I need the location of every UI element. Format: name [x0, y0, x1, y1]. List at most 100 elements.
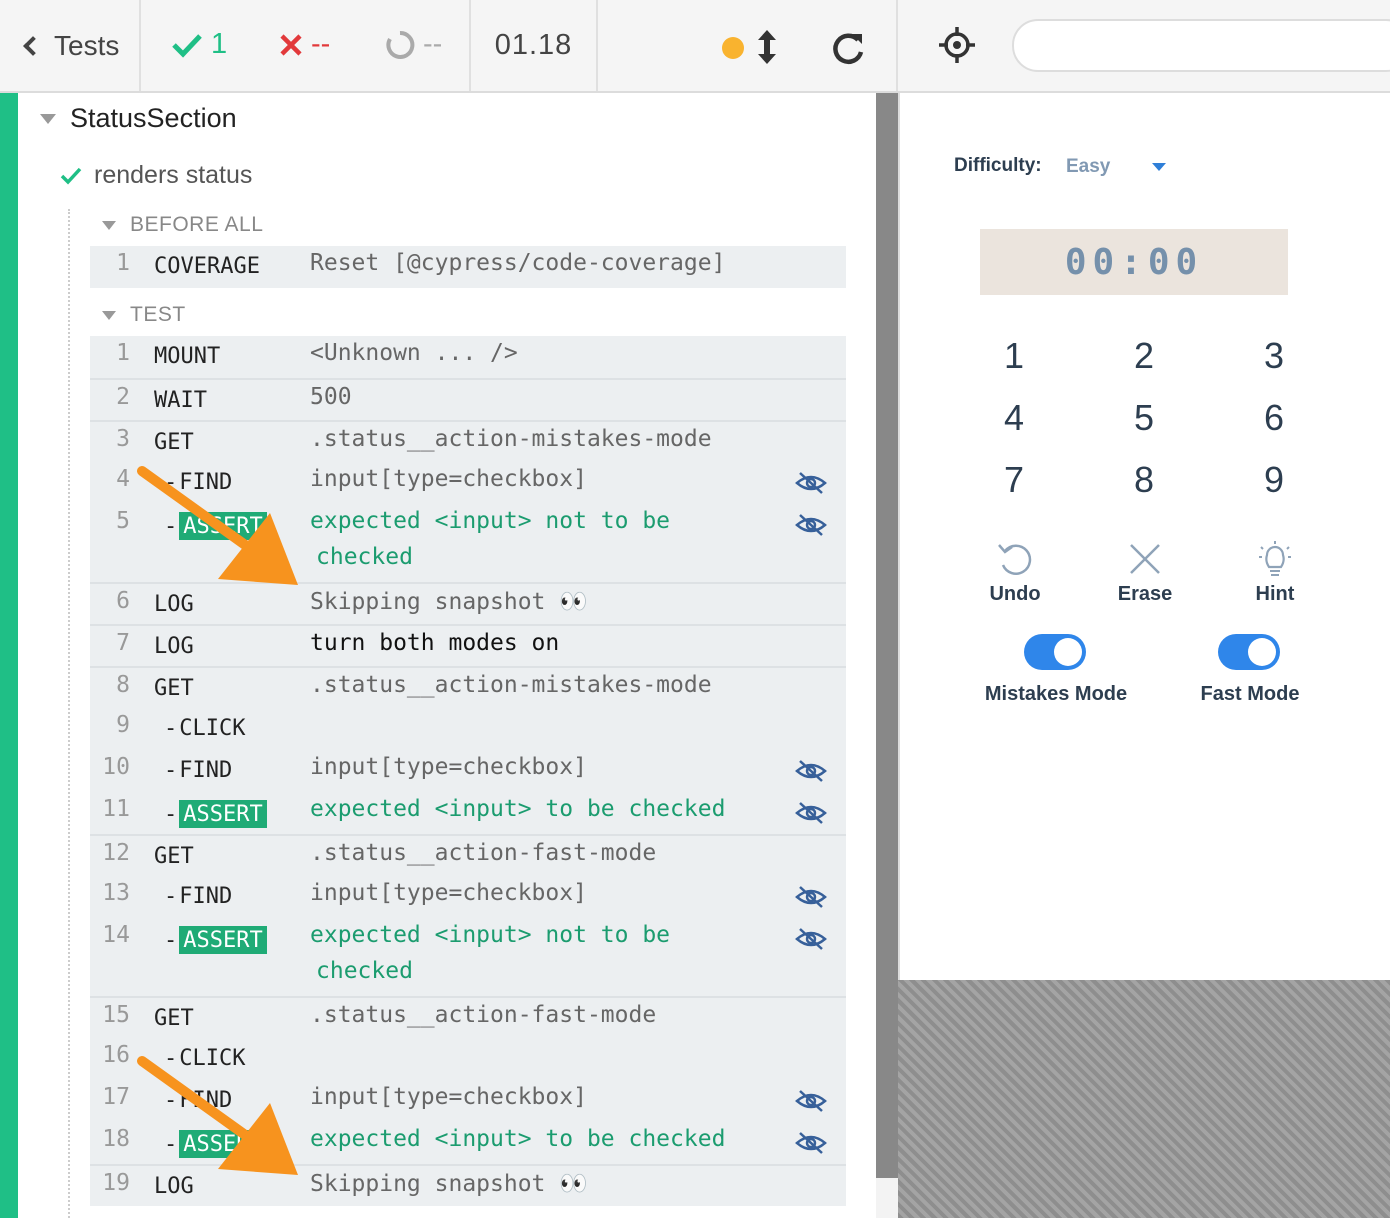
command-message: 500	[310, 384, 352, 410]
number-key-5[interactable]: 5	[1114, 393, 1174, 443]
annotation-arrow-icon	[137, 466, 298, 585]
suite-title: StatusSection	[70, 103, 237, 133]
command-row[interactable]: 11 - ASSERT expected <input> to be checke…	[90, 792, 846, 834]
pending-count: --	[423, 28, 443, 60]
hook-test[interactable]: TEST	[102, 303, 186, 327]
command-number: 17	[102, 1084, 130, 1110]
command-number: 18	[102, 1126, 130, 1152]
passed-stat: 1	[171, 28, 227, 61]
erase-label: Erase	[1117, 583, 1173, 605]
command-number: 3	[116, 426, 130, 452]
command-message: input[type=checkbox]	[310, 466, 587, 492]
command-number: 7	[116, 630, 130, 656]
reload-icon[interactable]	[828, 28, 868, 68]
command-message: .status__action-mistakes-mode	[310, 672, 712, 698]
caret-down-icon[interactable]	[1152, 163, 1166, 171]
fast-mode-label: Fast Mode	[1200, 683, 1300, 705]
command-number: 4	[116, 466, 130, 492]
back-to-tests-button[interactable]: Tests	[0, 0, 141, 91]
check-icon	[172, 33, 202, 58]
erase-button[interactable]: Erase	[1100, 539, 1190, 606]
command-number: 14	[102, 922, 130, 948]
command-row[interactable]: 14 - ASSERT expected <input> not to be ch…	[90, 918, 846, 996]
fast-mode-toggle[interactable]	[1218, 634, 1280, 670]
command-name: GET	[154, 1006, 194, 1031]
undo-icon	[998, 544, 1032, 575]
command-number: 2	[116, 384, 130, 410]
test-row[interactable]: renders status	[60, 161, 252, 190]
command-message: expected <input> not to be	[310, 922, 671, 948]
pass-indicator-bar	[0, 93, 18, 1218]
number-key-1[interactable]: 1	[984, 331, 1044, 381]
undo-label: Undo	[989, 583, 1041, 605]
command-message-cont: checked	[316, 544, 413, 570]
stats: 1 -- --	[141, 0, 471, 91]
number-key-4[interactable]: 4	[984, 393, 1044, 443]
command-row[interactable]: 3 GET .status__action-mistakes-mode	[90, 420, 846, 462]
assert-badge: ASSERT	[179, 926, 267, 954]
command-number: 13	[102, 880, 130, 906]
timer: 00:00	[980, 229, 1288, 295]
command-name: WAIT	[154, 388, 207, 413]
command-row[interactable]: 2 WAIT 500	[90, 378, 846, 420]
app-preview: Difficulty: Easy 00:00 1 2 3 4 5 6 7 8 9…	[898, 93, 1390, 980]
command-row[interactable]: 1 MOUNT <Unknown ... />	[90, 336, 846, 378]
command-row[interactable]: 12 GET .status__action-fast-mode	[90, 834, 846, 876]
command-number: 19	[102, 1170, 130, 1196]
eye-slash-icon	[795, 802, 827, 824]
command-name: -FIND	[164, 758, 233, 783]
command-message: Reset [@cypress/code-coverage]	[310, 250, 726, 276]
command-row[interactable]: 7 LOG turn both modes on	[90, 624, 846, 666]
command-number: 15	[102, 1002, 130, 1028]
command-row[interactable]: 9 -CLICK	[90, 708, 846, 750]
undo-button[interactable]: Undo	[970, 539, 1060, 606]
running-dot-icon	[722, 37, 744, 59]
eye-slash-icon	[795, 928, 827, 950]
spinner-icon	[386, 30, 415, 59]
command-row[interactable]: 10 -FIND input[type=checkbox]	[90, 750, 846, 792]
assert-badge: ASSERT	[179, 800, 267, 828]
check-icon	[60, 167, 82, 185]
suite-row[interactable]: StatusSection	[40, 103, 237, 134]
failed-count: --	[311, 28, 331, 60]
command-row[interactable]: 8 GET .status__action-mistakes-mode	[90, 666, 846, 708]
mistakes-mode-toggle[interactable]	[1024, 634, 1086, 670]
arrows-vertical-icon[interactable]	[754, 28, 780, 66]
failed-stat: --	[279, 28, 330, 61]
command-number: 6	[116, 588, 130, 614]
viewport-background	[898, 980, 1390, 1218]
command-row[interactable]: 1 COVERAGE Reset [@cypress/code-coverage…	[90, 246, 846, 288]
number-key-9[interactable]: 9	[1244, 455, 1304, 505]
command-message: .status__action-mistakes-mode	[310, 426, 712, 452]
command-number: 9	[116, 712, 130, 738]
url-input[interactable]	[1012, 19, 1390, 72]
command-name: GET	[154, 676, 194, 701]
number-key-3[interactable]: 3	[1244, 331, 1304, 381]
collapse-triangle-icon	[102, 310, 116, 320]
number-key-8[interactable]: 8	[1114, 455, 1174, 505]
scrollbar-thumb[interactable]	[876, 93, 898, 1178]
hook-before-all[interactable]: BEFORE ALL	[102, 213, 263, 237]
command-message: input[type=checkbox]	[310, 880, 587, 906]
passed-count: 1	[211, 28, 228, 60]
crosshair-icon[interactable]	[938, 26, 976, 64]
command-row[interactable]: 13 -FIND input[type=checkbox]	[90, 876, 846, 918]
difficulty-select[interactable]: Easy	[1066, 156, 1110, 178]
command-message: expected <input> to be checked	[310, 1126, 726, 1152]
hint-button[interactable]: Hint	[1230, 539, 1320, 606]
number-key-7[interactable]: 7	[984, 455, 1044, 505]
controls	[598, 0, 898, 91]
tests-label: Tests	[54, 29, 120, 61]
number-key-6[interactable]: 6	[1244, 393, 1304, 443]
command-name: LOG	[154, 592, 194, 617]
command-name: GET	[154, 430, 194, 455]
command-row[interactable]: 15 GET .status__action-fast-mode	[90, 996, 846, 1038]
number-key-2[interactable]: 2	[1114, 331, 1174, 381]
test-title: renders status	[94, 161, 253, 189]
command-name: -FIND	[164, 884, 233, 909]
hook-label: BEFORE ALL	[130, 213, 264, 236]
pending-stat: --	[385, 28, 442, 61]
command-message: expected <input> to be checked	[310, 796, 726, 822]
hook-label: TEST	[130, 303, 186, 326]
command-message: .status__action-fast-mode	[310, 840, 657, 866]
